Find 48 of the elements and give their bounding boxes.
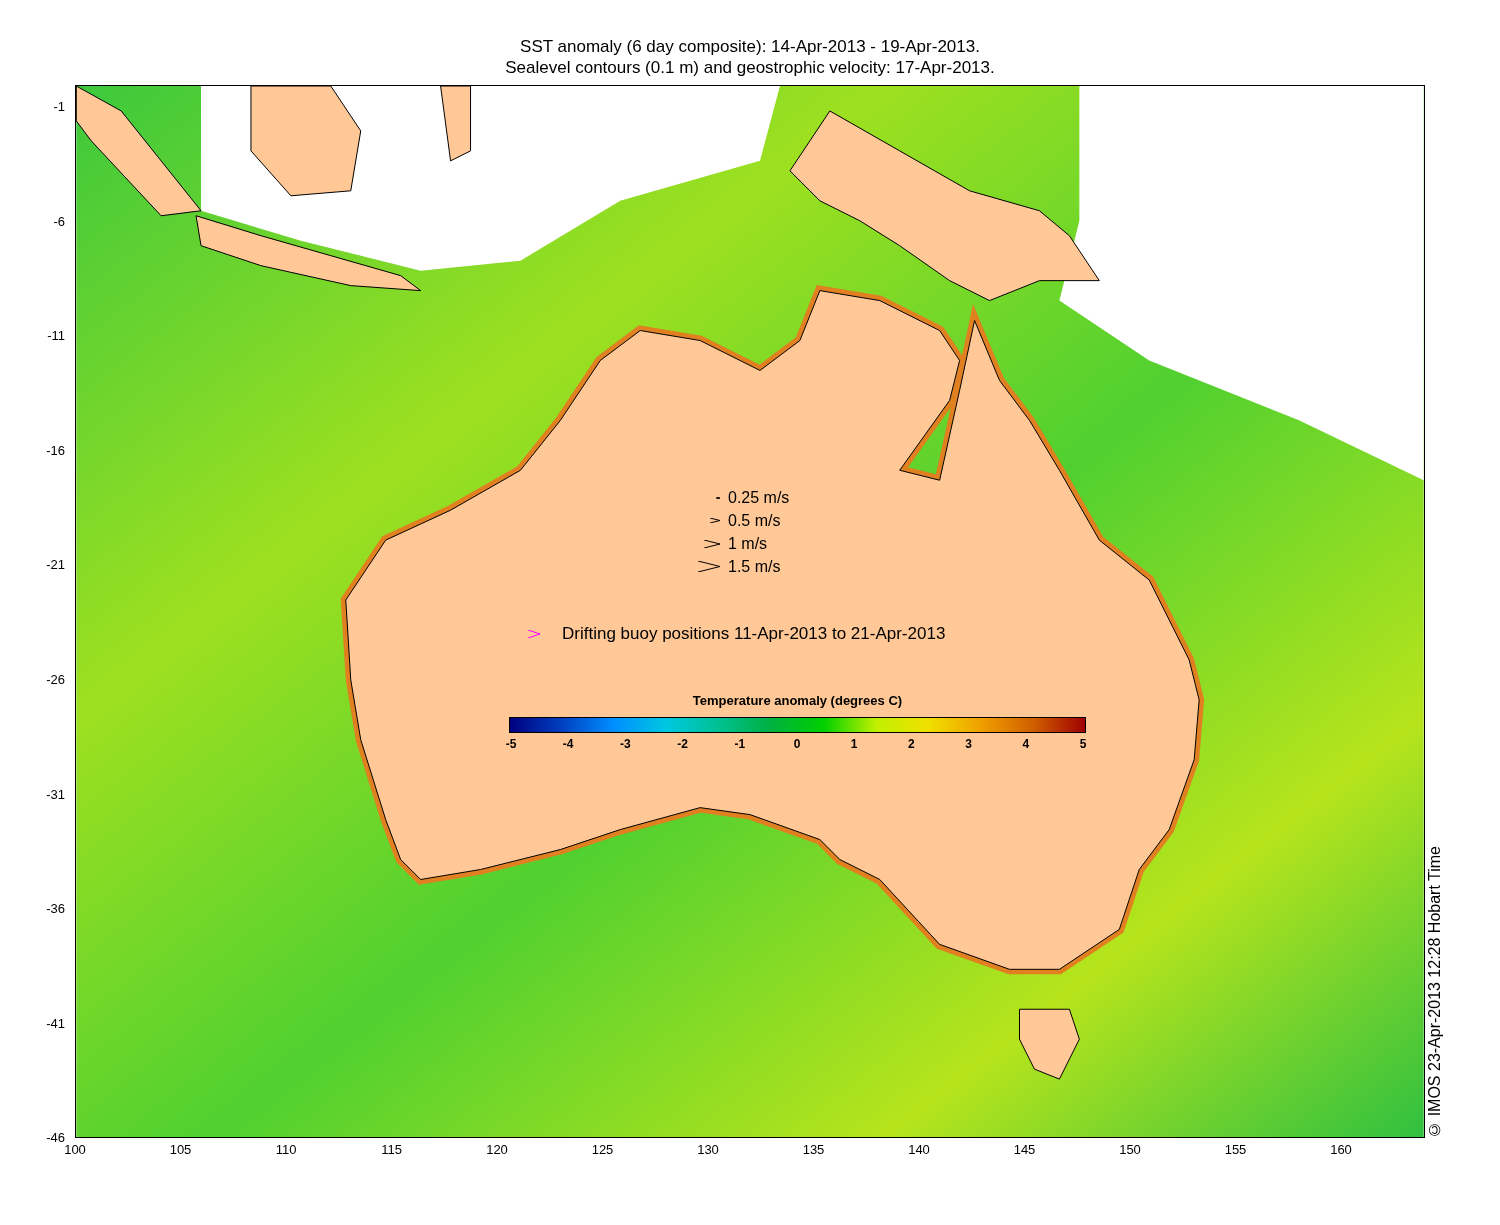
colorbar-tick-label: -1	[734, 737, 746, 751]
buoy-legend-label: Drifting buoy positions 11-Apr-2013 to 21-Apr-2013	[562, 624, 946, 644]
longitude-tick-label: 120	[486, 1143, 508, 1157]
longitude-tick-label: 140	[908, 1143, 930, 1157]
longitude-tick-label: 150	[1119, 1143, 1141, 1157]
arrow-marker-icon	[716, 496, 720, 499]
colorbar-tick-label: -5	[505, 737, 517, 751]
latitude-tick-label: -1	[53, 100, 65, 114]
velocity-scale-label: 1 m/s	[728, 534, 768, 553]
longitude-tick-label: 145	[1013, 1143, 1036, 1157]
colorbar-tick-label: 4	[1022, 737, 1030, 751]
longitude-tick-label: 160	[1330, 1143, 1352, 1157]
colorbar-tick-label: -3	[620, 737, 631, 751]
arrow-marker-icon	[704, 539, 720, 548]
colorbar-tick-label: -4	[562, 737, 574, 751]
longitude-tick-label: 100	[64, 1143, 86, 1157]
latitude-tick-label: -6	[53, 214, 65, 229]
velocity-scale-label: 1.5 m/s	[728, 557, 781, 576]
chart-title: Sealevel contours (0.1 m) and geostrophic velocity: 17-Apr-2013.	[505, 57, 995, 78]
colorbar-tick-label: 1	[850, 737, 858, 751]
chart-title: SST anomaly (6 day composite): 14-Apr-2013 - 19-Apr-2013.	[520, 36, 980, 57]
velocity-scale-label: 0.25 m/s	[728, 488, 790, 507]
colorbar-tick-label: 3	[965, 737, 972, 751]
latitude-tick-label: -11	[47, 329, 65, 344]
colorbar-title: Temperature anomaly (degrees C)	[692, 693, 903, 709]
colorbar-tick-label: 5	[1079, 737, 1087, 751]
latitude-tick-label: -36	[46, 902, 65, 917]
colorbar-tick-label: -2	[677, 737, 688, 751]
longitude-tick-label: 115	[381, 1143, 402, 1157]
colorbar-tick-label: 0	[793, 737, 801, 751]
arrow-marker-icon	[710, 518, 720, 523]
longitude-tick-label: 130	[697, 1143, 719, 1157]
longitude-tick-label: 110	[275, 1143, 297, 1157]
latitude-tick-label: -16	[46, 443, 65, 458]
buoy-marker-icon	[528, 630, 540, 638]
longitude-tick-label: 135	[802, 1143, 825, 1157]
latitude-tick-label: -46	[46, 1131, 65, 1146]
latitude-tick-label: -21	[46, 558, 65, 573]
velocity-scale-label: 0.5 m/s	[728, 511, 781, 530]
arrow-marker-icon	[698, 561, 720, 572]
latitude-tick-label: -31	[46, 787, 65, 802]
colorbar-tick-label: 2	[908, 737, 915, 751]
credit-label: © IMOS 23-Apr-2013 12:28 Hobart Time	[1426, 846, 1444, 1138]
longitude-tick-label: 105	[169, 1143, 192, 1157]
latitude-tick-label: -26	[46, 673, 65, 687]
latitude-tick-label: -41	[46, 1016, 65, 1031]
longitude-tick-label: 125	[591, 1143, 614, 1157]
longitude-tick-label: 155	[1224, 1143, 1247, 1157]
